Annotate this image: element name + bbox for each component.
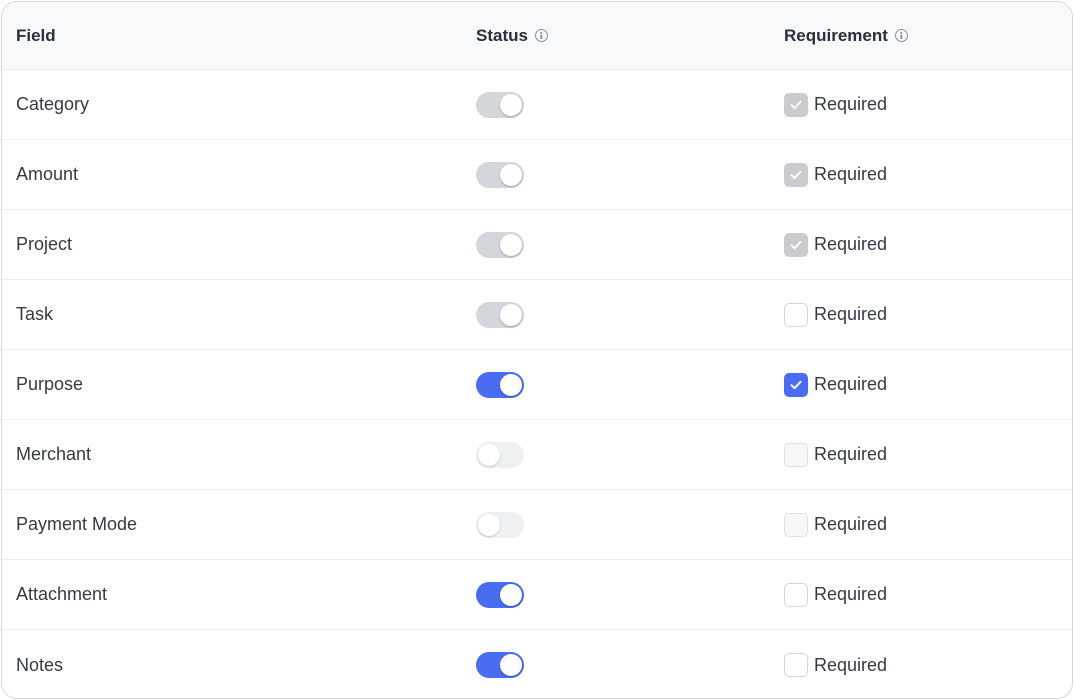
field-name: Task	[16, 304, 54, 324]
toggle-knob	[500, 233, 522, 256]
status-toggle[interactable]	[476, 652, 524, 678]
required-checkbox[interactable]	[784, 582, 808, 607]
table-row: Attachment Required	[2, 560, 1072, 630]
requirement-cell: Required	[784, 70, 887, 139]
required-label: Required	[814, 164, 888, 184]
status-cell	[476, 350, 524, 419]
field-header-label: Field	[16, 25, 56, 45]
table-row: Notes Required	[2, 630, 1072, 698]
table-row: Category Required	[2, 70, 1072, 140]
required-label: Required	[814, 654, 888, 675]
requirement-cell: Required	[784, 560, 887, 629]
required-checkbox	[784, 442, 808, 467]
table-row: Task Required	[2, 280, 1072, 350]
table-row: Purpose Required	[2, 350, 1072, 420]
required-label: Required	[814, 514, 888, 534]
field-cell: Purpose	[16, 350, 83, 419]
field-cell: Project	[16, 210, 72, 279]
status-toggle	[476, 231, 524, 258]
field-name: Category	[16, 94, 90, 114]
required-label: Required	[814, 94, 888, 114]
checkmark-icon	[789, 98, 803, 112]
required-label: Required	[814, 584, 888, 604]
field-name: Purpose	[16, 374, 84, 394]
toggle-knob	[500, 654, 522, 676]
field-name: Attachment	[16, 584, 108, 604]
table-row: Amount Required	[2, 140, 1072, 210]
status-cell	[476, 140, 524, 209]
status-toggle[interactable]	[476, 371, 524, 398]
status-cell	[476, 560, 524, 629]
field-cell: Payment Mode	[16, 490, 137, 559]
required-label: Required	[814, 234, 888, 254]
field-name: Project	[16, 234, 73, 254]
required-checkbox[interactable]	[784, 372, 808, 397]
required-label: Required	[814, 374, 888, 394]
field-cell: Attachment	[16, 560, 107, 629]
field-cell: Notes	[16, 630, 64, 698]
field-cell: Amount	[16, 140, 78, 209]
required-label: Required	[814, 444, 888, 464]
required-checkbox	[784, 162, 808, 187]
toggle-knob	[500, 93, 522, 116]
required-checkbox	[784, 512, 808, 537]
table-row: Project Required	[2, 210, 1072, 280]
field-name: Merchant	[16, 444, 92, 464]
checkmark-icon	[789, 238, 803, 252]
requirement-info-icon[interactable]	[894, 29, 908, 42]
checkmark-icon	[789, 168, 803, 182]
status-toggle[interactable]	[476, 511, 524, 538]
field-cell: Task	[16, 280, 53, 349]
toggle-knob	[500, 373, 522, 396]
requirement-column-header: Requirement	[784, 2, 908, 69]
required-label: Required	[814, 304, 888, 324]
checkmark-icon	[789, 378, 803, 392]
requirement-cell: Required	[784, 280, 887, 349]
table-row: Merchant Required	[2, 420, 1072, 490]
requirement-cell: Required	[784, 210, 887, 279]
table-header: Field Status Requirement	[2, 2, 1072, 70]
requirement-cell: Required	[784, 630, 888, 698]
table-body: Category Required Amount Required Project Req…	[2, 70, 1072, 698]
status-cell	[476, 210, 524, 279]
status-cell	[476, 70, 524, 139]
status-cell	[476, 490, 524, 559]
required-checkbox[interactable]	[784, 653, 808, 677]
toggle-knob	[500, 583, 522, 606]
status-toggle	[476, 301, 524, 328]
status-cell	[476, 280, 524, 349]
field-name: Notes	[16, 654, 64, 675]
field-settings-table: Field Status Requirement Category Require…	[1, 1, 1073, 699]
status-toggle[interactable]	[476, 441, 524, 468]
toggle-knob	[478, 443, 500, 466]
requirement-header-label: Requirement	[784, 25, 888, 45]
status-column-header: Status	[476, 2, 548, 69]
status-toggle	[476, 91, 524, 118]
status-cell	[476, 630, 524, 698]
required-checkbox	[784, 232, 808, 257]
field-cell: Category	[16, 70, 89, 139]
field-column-header: Field	[16, 2, 56, 69]
requirement-cell: Required	[784, 420, 887, 489]
status-cell	[476, 420, 524, 489]
field-name: Payment Mode	[16, 514, 138, 534]
toggle-knob	[478, 513, 500, 536]
field-cell: Merchant	[16, 420, 91, 489]
toggle-knob	[500, 303, 522, 326]
status-toggle	[476, 161, 524, 188]
status-info-icon[interactable]	[534, 29, 548, 42]
required-checkbox	[784, 92, 808, 117]
status-header-label: Status	[476, 25, 528, 45]
requirement-cell: Required	[784, 140, 887, 209]
status-toggle[interactable]	[476, 581, 524, 608]
toggle-knob	[500, 163, 522, 186]
required-checkbox[interactable]	[784, 302, 808, 327]
requirement-cell: Required	[784, 350, 887, 419]
field-name: Amount	[16, 164, 79, 184]
requirement-cell: Required	[784, 490, 887, 559]
table-row: Payment Mode Required	[2, 490, 1072, 560]
